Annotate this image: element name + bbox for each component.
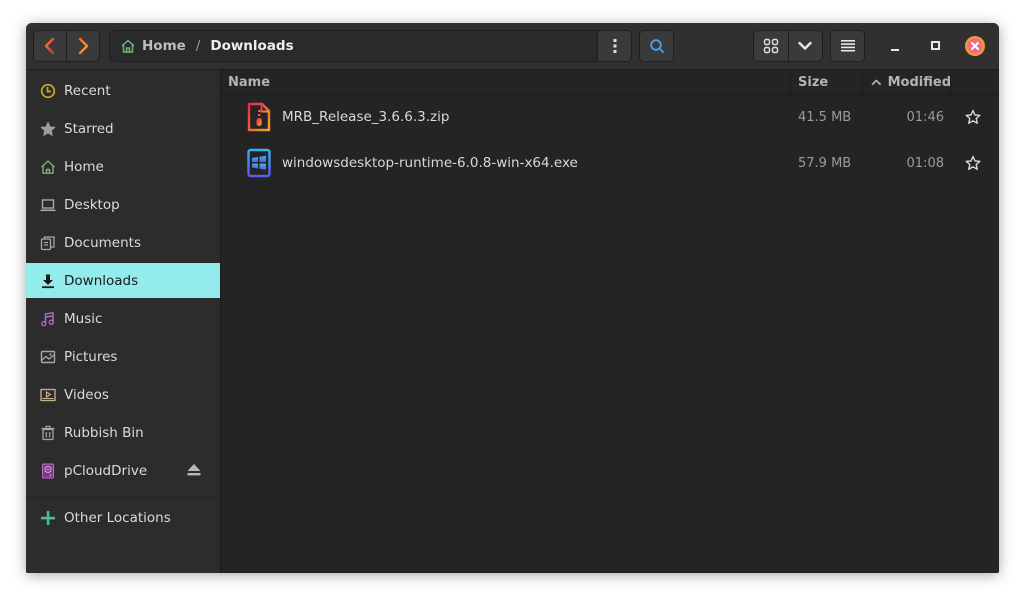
sidebar-item-starred[interactable]: Starred — [26, 111, 220, 146]
sidebar-divider — [26, 497, 220, 498]
home-icon — [121, 39, 135, 53]
sidebar-item-label: Other Locations — [64, 509, 171, 526]
maximize-button[interactable] — [925, 35, 947, 57]
sidebar-item-downloads[interactable]: Downloads — [26, 263, 220, 298]
breadcrumb-separator: / — [195, 38, 201, 54]
file-modified: 01:46 — [906, 109, 944, 125]
file-modified: 01:08 — [906, 155, 944, 171]
sidebar-item-label: Rubbish Bin — [64, 424, 144, 441]
column-header-size[interactable]: Size — [791, 70, 863, 95]
chevron-up-icon — [871, 79, 881, 86]
download-icon — [40, 273, 56, 289]
sidebar-item-pclouddrive[interactable]: pCloudDrive — [26, 453, 220, 488]
back-button[interactable] — [34, 31, 66, 61]
star-icon[interactable] — [965, 109, 981, 125]
file-size: 57.9 MB — [798, 155, 852, 171]
column-header-name[interactable]: Name — [221, 70, 791, 95]
hamburger-icon — [840, 40, 855, 52]
breadcrumb-current[interactable]: Downloads — [210, 38, 293, 54]
star-icon — [40, 121, 56, 137]
kebab-menu-icon — [613, 39, 616, 53]
table-row[interactable]: MRB_Release_3.6.6.3.zip 41.5 MB 01:46 — [221, 94, 999, 140]
sidebar-item-label: Home — [64, 158, 104, 175]
column-header-modified-label: Modified — [887, 74, 951, 90]
column-header-modified[interactable]: Modified — [863, 70, 951, 95]
sidebar-item-label: Desktop — [64, 196, 120, 213]
sidebar-item-label: Starred — [64, 120, 114, 137]
chevron-right-icon — [78, 37, 89, 55]
sidebar-item-label: Downloads — [64, 272, 139, 289]
view-controls — [753, 30, 823, 62]
sidebar-item-label: Documents — [64, 234, 141, 251]
close-button[interactable] — [964, 35, 986, 57]
laptop-icon — [40, 197, 56, 213]
sidebar-item-label: Recent — [64, 82, 111, 99]
file-name: MRB_Release_3.6.6.3.zip — [282, 109, 450, 125]
search-icon — [649, 39, 664, 53]
videos-icon — [40, 387, 56, 403]
minimize-button[interactable] — [885, 35, 907, 57]
sidebar-item-desktop[interactable]: Desktop — [26, 187, 220, 222]
column-header-size-label: Size — [798, 74, 829, 90]
sidebar-item-other-locations[interactable]: Other Locations — [26, 500, 220, 535]
grid-icon — [763, 38, 778, 54]
file-list: Name Size Modified MRB_Release_3.6.6.3.z… — [221, 70, 999, 573]
sidebar-item-home[interactable]: Home — [26, 149, 220, 184]
search-button[interactable] — [639, 30, 674, 62]
close-icon — [965, 36, 985, 56]
eject-button[interactable] — [186, 463, 202, 481]
sidebar-item-documents[interactable]: Documents — [26, 225, 220, 260]
breadcrumb: Home / Downloads — [110, 31, 597, 61]
minimize-icon — [891, 49, 899, 51]
home-icon — [40, 159, 56, 175]
column-header-star — [951, 70, 999, 95]
chevron-down-icon — [798, 41, 812, 50]
sidebar-item-pictures[interactable]: Pictures — [26, 339, 220, 374]
music-icon — [40, 311, 56, 327]
file-size: 41.5 MB — [798, 109, 852, 125]
sidebar-item-videos[interactable]: Videos — [26, 377, 220, 412]
file-name: windowsdesktop-runtime-6.0.8-win-x64.exe — [282, 155, 578, 171]
sidebar-item-label: Videos — [64, 386, 109, 403]
zip-archive-icon — [247, 102, 271, 132]
forward-button[interactable] — [66, 31, 99, 61]
view-options-button[interactable] — [787, 31, 823, 61]
drive-icon — [40, 463, 56, 479]
nav-buttons — [33, 30, 100, 62]
windows-exe-icon — [247, 148, 271, 178]
sidebar: Recent Starred Home Desktop Documents Do… — [26, 70, 221, 573]
chevron-left-icon — [44, 37, 55, 55]
sidebar-item-rubbish-bin[interactable]: Rubbish Bin — [26, 415, 220, 450]
sidebar-item-label: pCloudDrive — [64, 462, 148, 479]
file-manager-window: Home / Downloads Recent Starred Home Des… — [26, 23, 999, 573]
sidebar-item-music[interactable]: Music — [26, 301, 220, 336]
clock-icon — [40, 83, 56, 99]
column-header-name-label: Name — [228, 74, 271, 90]
table-row[interactable]: windowsdesktop-runtime-6.0.8-win-x64.exe… — [221, 140, 999, 186]
grid-view-button[interactable] — [754, 31, 788, 61]
location-bar: Home / Downloads — [109, 30, 632, 62]
pictures-icon — [40, 349, 56, 365]
star-icon[interactable] — [965, 155, 981, 171]
path-menu-button[interactable] — [597, 31, 631, 61]
sidebar-item-recent[interactable]: Recent — [26, 73, 220, 108]
sidebar-item-label: Music — [64, 310, 103, 327]
sidebar-item-label: Pictures — [64, 348, 118, 365]
header-bar: Home / Downloads — [26, 23, 999, 70]
main-menu-button[interactable] — [830, 30, 865, 62]
breadcrumb-home[interactable]: Home — [142, 38, 186, 54]
trash-icon — [40, 425, 56, 441]
maximize-icon — [931, 41, 940, 50]
eject-icon — [187, 464, 201, 476]
documents-icon — [40, 235, 56, 251]
plus-icon — [40, 510, 56, 526]
